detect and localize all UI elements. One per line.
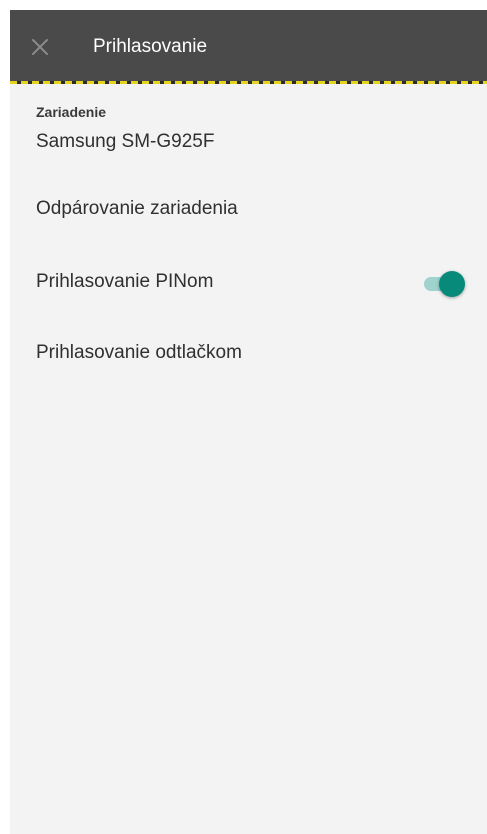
fingerprint-login-row[interactable]: Prihlasovanie odtlačkom xyxy=(10,325,487,383)
unpair-device-label: Odpárovanie zariadenia xyxy=(36,198,238,219)
device-name: Samsung SM-G925F xyxy=(36,131,215,152)
unpair-device-row[interactable]: Odpárovanie zariadenia xyxy=(10,181,487,239)
pin-login-toggle[interactable] xyxy=(422,271,466,297)
close-icon xyxy=(32,39,48,55)
toggle-thumb xyxy=(439,271,465,297)
fingerprint-login-label: Prihlasovanie odtlačkom xyxy=(36,342,242,363)
pin-login-row[interactable]: Prihlasovanie PINom xyxy=(10,254,487,312)
settings-screen: Prihlasovanie Zariadenie Samsung SM-G925… xyxy=(10,10,487,834)
app-bar-title: Prihlasovanie xyxy=(93,36,208,57)
close-button[interactable] xyxy=(20,29,60,65)
device-section-label: Zariadenie xyxy=(36,104,107,120)
pin-login-label: Prihlasovanie PINom xyxy=(36,271,214,292)
app-bar-stripe xyxy=(10,81,487,84)
app-bar: Prihlasovanie xyxy=(10,10,487,84)
